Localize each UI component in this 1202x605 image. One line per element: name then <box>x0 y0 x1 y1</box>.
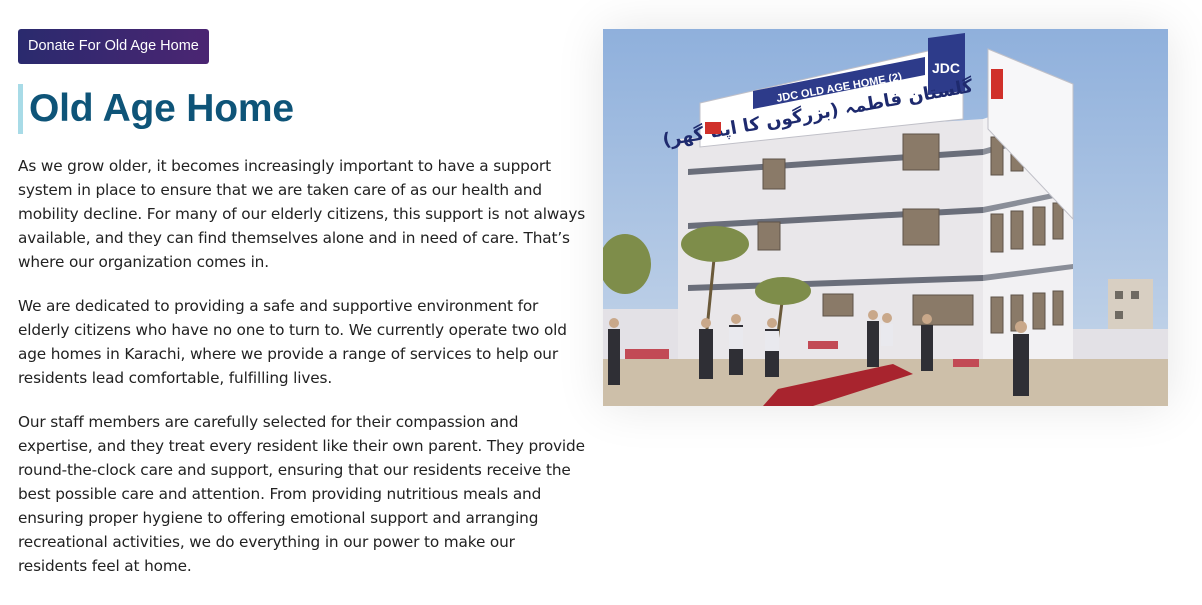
jdc-logo-text: JDC <box>932 60 960 76</box>
intro-paragraph: As we grow older, it becomes increasingl… <box>18 157 586 271</box>
mission-paragraph: We are dedicated to providing a safe and… <box>18 297 567 387</box>
title-block: Old Age Home <box>18 84 588 134</box>
staff-paragraph: Our staff members are carefully selected… <box>18 413 585 575</box>
donate-button[interactable]: Donate For Old Age Home <box>18 29 209 64</box>
content-column: Donate For Old Age Home Old Age Home As … <box>18 29 588 578</box>
page-title: Old Age Home <box>29 87 294 130</box>
building-photo: JDC JDC OLD AGE HOME (2) گلستان فاطمہ (ب… <box>603 29 1168 406</box>
